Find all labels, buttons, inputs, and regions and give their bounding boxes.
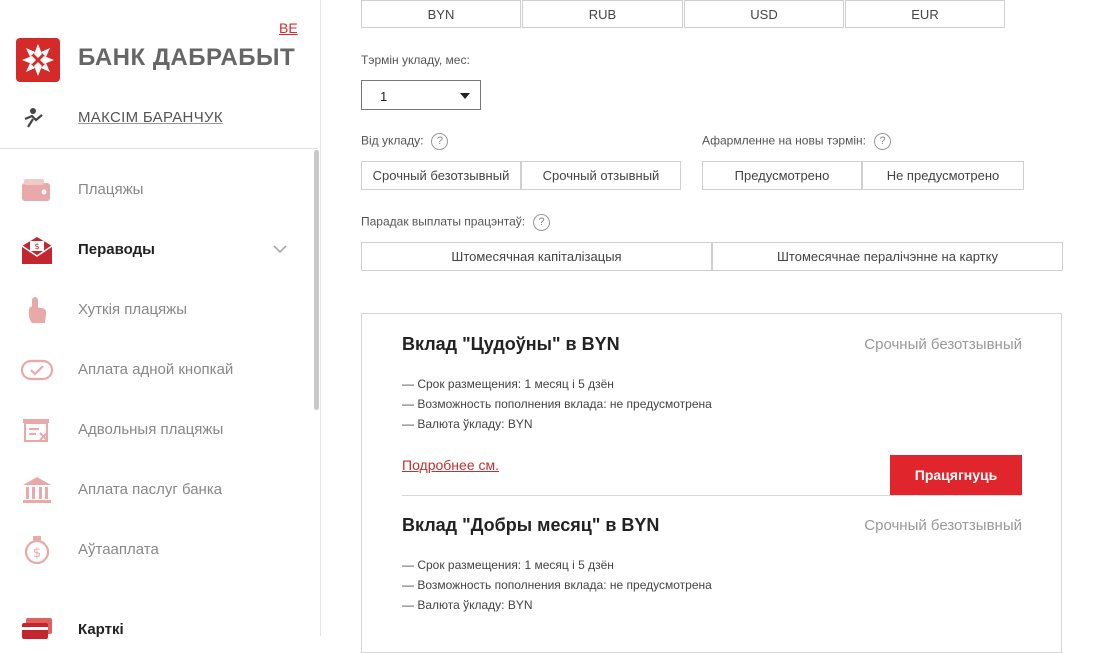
sidebar-scrollbar[interactable] [314, 150, 319, 410]
svg-text:$: $ [33, 546, 41, 561]
sidebar-item-autopayment[interactable]: $ Аўтааплата [0, 530, 310, 570]
deposit-card: Вклад "Добры месяц" в BYN Срочный безотз… [402, 515, 1022, 635]
touch-hand-icon [28, 297, 47, 323]
sidebar: BE БАНК ДАБРАБЫТ МАКСІМ БАРАНЧУК Плацяжы [0, 0, 321, 639]
help-icon[interactable]: ? [874, 133, 891, 150]
wallet-icon [22, 179, 50, 201]
deposit-detail: — Валюта ўкладу: BYN [402, 598, 533, 612]
sidebar-item-quick-payments[interactable]: Хуткія плацяжы [0, 290, 310, 330]
user-icon [24, 108, 43, 128]
chevron-down-icon[interactable] [272, 244, 288, 254]
cards-icon [22, 618, 52, 639]
more-details-link[interactable]: Подробнее см. [402, 457, 499, 473]
renewal-label: Афармленне на новы тэрмін: [702, 133, 866, 148]
renewal-no-button[interactable]: Не предусмотрено [862, 161, 1024, 190]
currency-byn-button[interactable]: BYN [361, 0, 521, 28]
sidebar-item-label: Аплата паслуг банка [78, 481, 223, 498]
deposit-detail: — Возможность пополнения вклада: не пред… [402, 397, 712, 411]
sidebar-item-label: Хуткія плацяжы [78, 301, 187, 318]
language-switch[interactable]: BE [279, 20, 298, 36]
sidebar-item-payments[interactable]: Плацяжы [0, 170, 310, 210]
currency-usd-button[interactable]: USD [684, 0, 844, 28]
deposit-detail: — Срок размещения: 1 месяц і 5 дзён [402, 558, 614, 572]
deposit-type: Срочный безотзывный [864, 336, 1022, 353]
user-name-link[interactable]: МАКСІМ БАРАНЧУК [78, 109, 223, 126]
deposit-detail: — Валюта ўкладу: BYN [402, 417, 533, 431]
deposit-type-irrevocable-button[interactable]: Срочный безотзывный [361, 161, 521, 190]
sidebar-item-label: Аўтааплата [78, 541, 159, 558]
sidebar-item-label: Карткі [78, 621, 124, 638]
sidebar-item-bank-services[interactable]: Аплата паслуг банка [0, 470, 310, 510]
sidebar-item-label: Плацяжы [78, 181, 144, 198]
deposit-title: Вклад "Цудоўны" в BYN [402, 334, 620, 354]
sidebar-divider [0, 148, 318, 149]
deposit-type: Срочный безотзывный [864, 517, 1022, 534]
renewal-selector: Предусмотрено Не предусмотрено [702, 161, 1024, 190]
svg-text:$: $ [34, 242, 39, 251]
interest-order-label-row: Парадак выплаты працэнтаў:? [361, 214, 551, 231]
interest-to-card-button[interactable]: Штомесячнае пералічэнне на картку [712, 242, 1063, 271]
currency-rub-button[interactable]: RUB [522, 0, 683, 28]
one-click-icon [20, 359, 54, 381]
sidebar-item-cards[interactable]: Карткі [0, 610, 310, 650]
deposit-detail: — Срок размещения: 1 месяц і 5 дзён [402, 377, 614, 391]
sidebar-item-free-payments[interactable]: Адвольныя плацяжы [0, 410, 310, 450]
bank-logo-icon [16, 38, 60, 82]
free-payment-icon [23, 419, 49, 442]
bank-name: БАНК ДАБРАБЫТ [78, 44, 296, 71]
renewal-label-row: Афармленне на новы тэрмін:? [702, 133, 891, 150]
sidebar-item-label: Пераводы [78, 241, 155, 258]
interest-capitalization-button[interactable]: Штомесячная капіталізацыя [361, 242, 712, 271]
deposit-type-label: Від укладу: [361, 133, 424, 148]
deposit-type-selector: Срочный безотзывный Срочный отзывный [361, 161, 681, 190]
envelope-money-icon: $ [21, 237, 53, 264]
bank-building-icon [23, 477, 51, 503]
renewal-yes-button[interactable]: Предусмотрено [702, 161, 862, 190]
deposit-type-label-row: Від укладу:? [361, 133, 449, 150]
deposit-type-revocable-button[interactable]: Срочный отзывный [521, 161, 681, 190]
term-select[interactable]: 1 [361, 80, 481, 110]
term-value: 1 [380, 89, 388, 104]
currency-selector: BYN RUB USD EUR [361, 0, 1005, 28]
card-divider [402, 495, 1022, 496]
deposit-card: Вклад "Цудоўны" в BYN Срочный безотзывны… [402, 334, 1022, 496]
interest-order-selector: Штомесячная капіталізацыя Штомесячнае пе… [361, 242, 1063, 271]
deposit-title: Вклад "Добры месяц" в BYN [402, 515, 660, 535]
continue-button[interactable]: Працягнуць [890, 455, 1022, 495]
sidebar-item-one-click[interactable]: Аплата адной кнопкай [0, 350, 310, 390]
auto-payment-icon: $ [24, 536, 50, 565]
deposit-list: Вклад "Цудоўны" в BYN Срочный безотзывны… [361, 313, 1062, 653]
sidebar-item-transfers[interactable]: $ Пераводы [0, 230, 310, 270]
currency-eur-button[interactable]: EUR [845, 0, 1005, 28]
term-label: Тэрмін укладу, мес: [361, 53, 470, 67]
help-icon[interactable]: ? [431, 133, 449, 150]
sidebar-item-label: Адвольныя плацяжы [78, 421, 224, 438]
interest-order-label: Парадак выплаты працэнтаў: [361, 214, 526, 229]
deposit-detail: — Возможность пополнения вклада: не пред… [402, 578, 712, 592]
dropdown-arrow-icon [460, 93, 470, 99]
sidebar-item-label: Аплата адной кнопкай [78, 361, 234, 378]
help-icon[interactable]: ? [533, 214, 551, 231]
